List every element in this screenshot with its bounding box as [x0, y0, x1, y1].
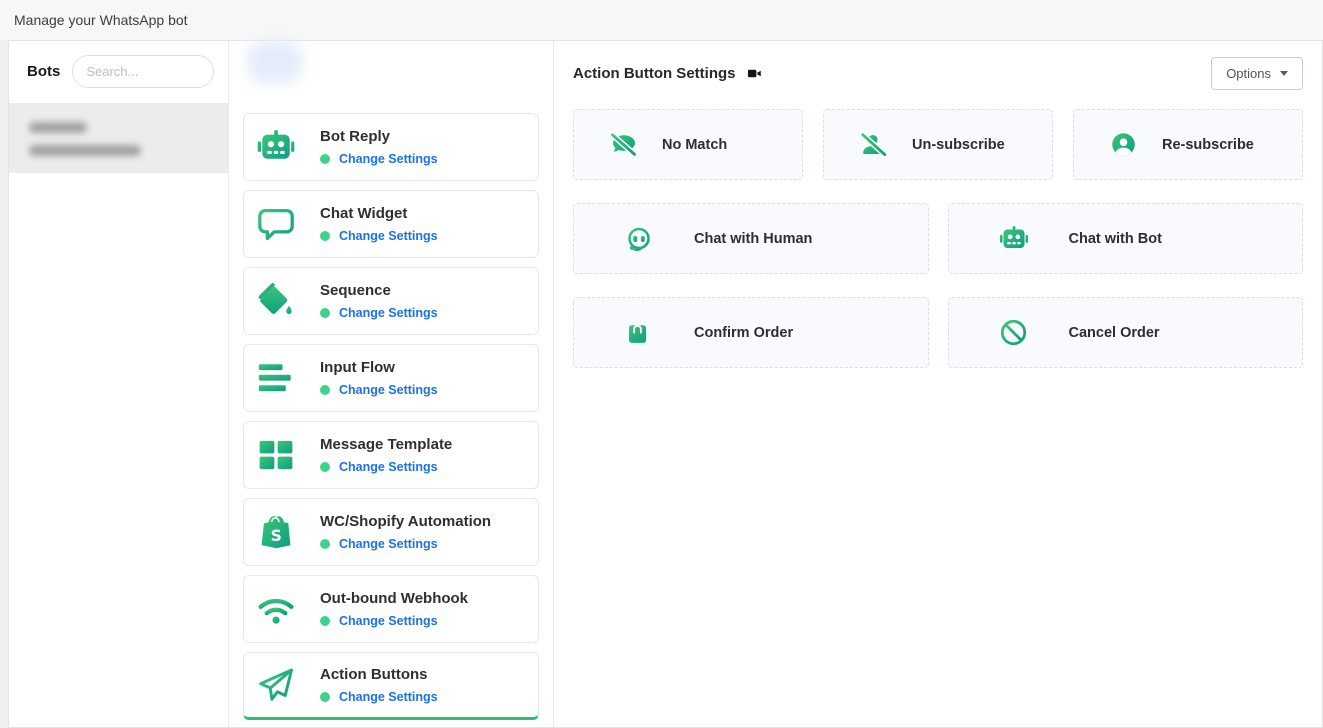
chevron-down-icon	[1280, 71, 1288, 76]
action-button-label: Confirm Order	[694, 325, 793, 341]
top-navbar: Manage your WhatsApp bot	[0, 0, 1323, 40]
main-panel: Bots Bot Reply Change Settings	[8, 40, 1323, 728]
align-left-icon	[256, 360, 296, 396]
bots-sidebar: Bots	[9, 41, 229, 727]
robot-icon	[999, 225, 1029, 253]
paper-plane-icon	[256, 667, 296, 703]
status-dot	[320, 692, 330, 702]
action-button-label: Chat with Human	[694, 231, 812, 247]
action-button-resubscribe[interactable]: Re-subscribe	[1073, 109, 1303, 180]
redacted-bot-name	[29, 122, 87, 133]
action-button-chat-with-bot[interactable]: Chat with Bot	[948, 203, 1304, 274]
feature-card-message-template[interactable]: Message Template Change Settings	[243, 421, 539, 489]
action-button-label: Cancel Order	[1069, 325, 1160, 341]
headset-icon	[624, 224, 654, 254]
feature-title: Bot Reply	[320, 128, 438, 145]
user-slash-icon	[860, 132, 888, 158]
feature-card-input-flow[interactable]: Input Flow Change Settings	[243, 344, 539, 412]
ban-icon	[999, 318, 1028, 347]
feature-title: WC/Shopify Automation	[320, 513, 491, 530]
comment-slash-icon	[610, 132, 638, 158]
action-button-label: Chat with Bot	[1069, 231, 1162, 247]
status-dot	[320, 308, 330, 318]
action-button-cancel-order[interactable]: Cancel Order	[948, 297, 1304, 368]
status-dot	[320, 385, 330, 395]
action-button-label: Un-subscribe	[912, 137, 1005, 153]
blurred-avatar-blob	[247, 41, 303, 83]
status-dot	[320, 539, 330, 549]
feature-card-shopify-automation[interactable]: S WC/Shopify Automation Change Settings	[243, 498, 539, 566]
change-settings-link[interactable]: Change Settings	[339, 383, 438, 397]
shopify-icon: S	[256, 514, 296, 550]
user-circle-icon	[1110, 131, 1137, 158]
feature-title: Chat Widget	[320, 205, 438, 222]
action-button-no-match[interactable]: No Match	[573, 109, 803, 180]
action-button-confirm-order[interactable]: Confirm Order	[573, 297, 929, 368]
feature-title: Message Template	[320, 436, 452, 453]
change-settings-link[interactable]: Change Settings	[339, 229, 438, 243]
section-title: Action Button Settings	[573, 65, 735, 82]
status-dot	[320, 462, 330, 472]
change-settings-link[interactable]: Change Settings	[339, 460, 438, 474]
feature-title: Action Buttons	[320, 666, 438, 683]
options-button-label: Options	[1226, 66, 1271, 81]
feature-card-bot-reply[interactable]: Bot Reply Change Settings	[243, 113, 539, 181]
action-button-settings-panel: Action Button Settings Options No Match	[554, 41, 1322, 727]
feature-title: Input Flow	[320, 359, 438, 376]
status-dot	[320, 231, 330, 241]
change-settings-link[interactable]: Change Settings	[339, 537, 438, 551]
action-button-unsubscribe[interactable]: Un-subscribe	[823, 109, 1053, 180]
comment-icon	[256, 206, 296, 242]
wifi-icon	[256, 591, 296, 627]
selected-bot-item[interactable]	[9, 103, 228, 173]
change-settings-link[interactable]: Change Settings	[339, 614, 438, 628]
video-camera-icon[interactable]	[746, 66, 763, 81]
feature-card-chat-widget[interactable]: Chat Widget Change Settings	[243, 190, 539, 258]
change-settings-link[interactable]: Change Settings	[339, 690, 438, 704]
feature-title: Sequence	[320, 282, 438, 299]
svg-text:S: S	[271, 527, 282, 545]
action-button-label: No Match	[662, 137, 727, 153]
change-settings-link[interactable]: Change Settings	[339, 152, 438, 166]
feature-title: Out-bound Webhook	[320, 590, 468, 607]
change-settings-link[interactable]: Change Settings	[339, 306, 438, 320]
action-button-chat-with-human[interactable]: Chat with Human	[573, 203, 929, 274]
robot-icon	[256, 129, 296, 165]
shopping-bag-icon	[624, 318, 651, 347]
redacted-bot-phone	[29, 145, 141, 156]
status-dot	[320, 154, 330, 164]
grid-icon	[256, 437, 296, 473]
feature-card-action-buttons[interactable]: Action Buttons Change Settings	[243, 652, 539, 720]
search-input[interactable]	[72, 55, 214, 88]
feature-card-sequence[interactable]: Sequence Change Settings	[243, 267, 539, 335]
sidebar-header: Bots	[9, 41, 228, 103]
features-column: Bot Reply Change Settings Chat Widget Ch…	[229, 41, 554, 727]
feature-card-outbound-webhook[interactable]: Out-bound Webhook Change Settings	[243, 575, 539, 643]
bots-label: Bots	[27, 63, 60, 80]
page-title: Manage your WhatsApp bot	[14, 12, 188, 28]
status-dot	[320, 616, 330, 626]
fill-drip-icon	[256, 283, 296, 319]
options-button[interactable]: Options	[1211, 57, 1303, 90]
action-button-label: Re-subscribe	[1162, 137, 1254, 153]
